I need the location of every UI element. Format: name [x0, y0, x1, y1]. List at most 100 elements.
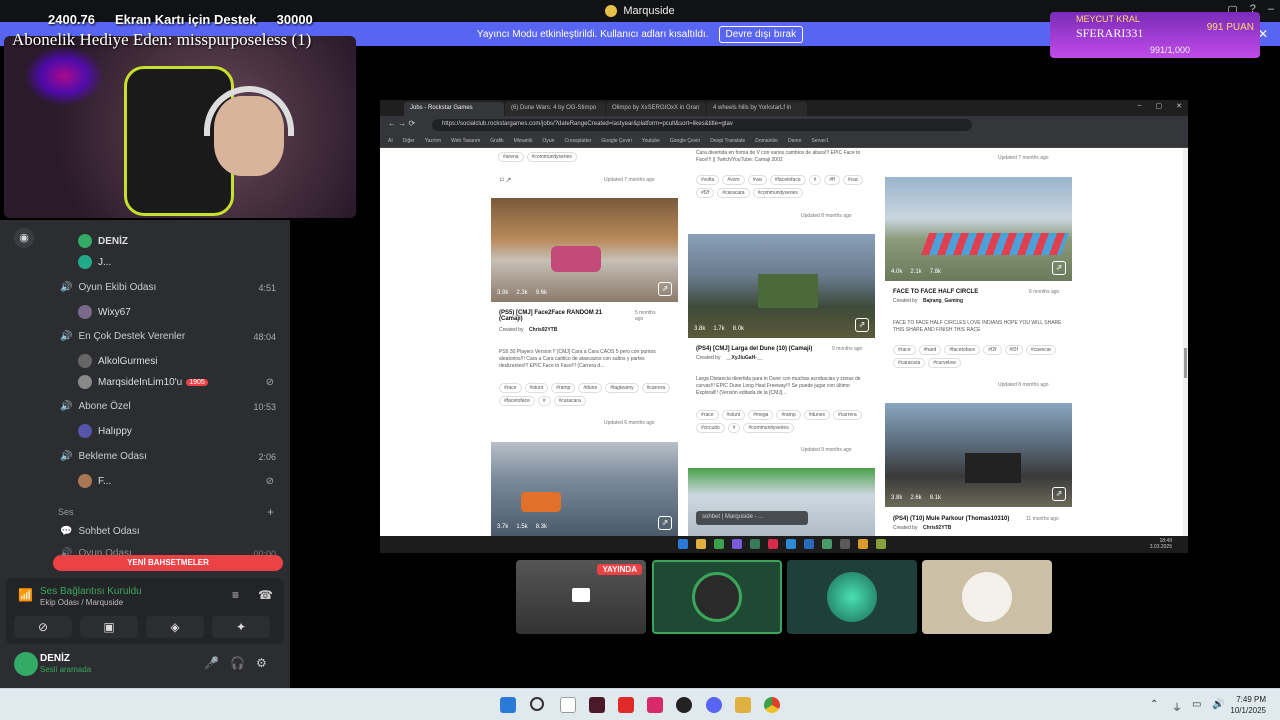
- soundboard-button[interactable]: ✦: [212, 616, 270, 638]
- participant-tile[interactable]: [922, 560, 1052, 634]
- voice-user[interactable]: Halıppy: [78, 424, 278, 438]
- maximize-icon[interactable]: ▢: [1156, 102, 1163, 110]
- tag[interactable]: #dunes: [803, 410, 831, 420]
- tag[interactable]: #facetoface: [499, 396, 535, 406]
- bookmark[interactable]: Crossplatter: [564, 138, 591, 144]
- view-icon[interactable]: ⇗: [1052, 261, 1066, 275]
- browser-tab[interactable]: Olimpo by XxSERGIOxX in Gran: [606, 102, 706, 116]
- discord-icon[interactable]: [706, 697, 722, 713]
- tag[interactable]: #carrera: [833, 410, 862, 420]
- url-field[interactable]: https://socialclub.rockstargames.com/job…: [432, 119, 972, 131]
- tag[interactable]: #caracara: [717, 188, 750, 198]
- voice-channel[interactable]: 🔊 En Çok Destek Verenler 48:04: [60, 331, 280, 342]
- bookmark[interactable]: Mimarlık: [514, 138, 533, 144]
- tag[interactable]: #f2f: [696, 188, 715, 198]
- tag[interactable]: #facetoface: [769, 175, 806, 185]
- job-title[interactable]: (PS5) [CMJ] Face2Face RANDOM 21 (Camaji): [499, 310, 619, 322]
- tag[interactable]: #race: [696, 410, 719, 420]
- tag[interactable]: #mega: [748, 410, 774, 420]
- nav-arrows-icon[interactable]: ← → ⟳: [388, 119, 415, 128]
- tag[interactable]: #tagteamy: [605, 383, 639, 393]
- bookmark[interactable]: Demo: [788, 138, 801, 144]
- file-icon[interactable]: [560, 697, 576, 713]
- job-thumbnail[interactable]: 3.9k 2.3k 9.6k ⇗: [491, 198, 678, 302]
- voice-user[interactable]: MarqsideInLim10'u 1905 ⊘: [78, 375, 278, 389]
- bookmark[interactable]: Yazılım: [425, 138, 441, 144]
- job-thumbnail[interactable]: [688, 468, 875, 536]
- voice-channel[interactable]: 🔊 Bekleme Odası 2:06: [60, 451, 280, 462]
- tag[interactable]: #f2f: [983, 345, 1002, 355]
- job-thumbnail[interactable]: 4.0k 2.1k 7.8k ⇗: [885, 177, 1072, 281]
- browser-tab[interactable]: 4 wheels hills by YorkstarLf in: [707, 102, 807, 116]
- screen-share-button[interactable]: ▣: [80, 616, 138, 638]
- volume-icon[interactable]: 🔊: [1212, 699, 1224, 710]
- bookmark[interactable]: Google Çeviri: [601, 138, 631, 144]
- headphones-icon[interactable]: 🎧: [230, 656, 245, 670]
- tag[interactable]: #: [537, 396, 551, 406]
- tag[interactable]: #volta: [696, 175, 720, 185]
- author-link[interactable]: Bajrang_Gaming: [923, 298, 963, 304]
- youtube-icon[interactable]: [618, 697, 634, 713]
- bookmark[interactable]: Oyun: [543, 138, 555, 144]
- chrome-icon[interactable]: [764, 697, 780, 713]
- bookmark[interactable]: Google Çeviri: [670, 138, 700, 144]
- folder-icon[interactable]: [735, 697, 751, 713]
- tag[interactable]: #race: [499, 383, 522, 393]
- tag[interactable]: #f2f: [1004, 345, 1023, 355]
- disable-streamer-mode-button[interactable]: Devre dışı bırak: [718, 25, 804, 43]
- minimize-icon[interactable]: –: [1138, 102, 1142, 110]
- noise-icon[interactable]: ≡: [232, 588, 239, 602]
- author-link[interactable]: Chris92YTB: [529, 327, 557, 333]
- job-thumbnail[interactable]: 3.8k 1.7k 8.0k ⇗: [688, 234, 875, 338]
- bookmark[interactable]: Youtube: [642, 138, 660, 144]
- search-icon[interactable]: [530, 697, 544, 711]
- tag[interactable]: #caracara: [893, 358, 926, 368]
- tag[interactable]: #arena: [498, 152, 524, 162]
- tag[interactable]: #: [808, 175, 822, 185]
- voice-user[interactable]: J...: [78, 255, 278, 269]
- tag[interactable]: #curvelow: [928, 358, 961, 368]
- tag[interactable]: #communityseries: [752, 188, 803, 198]
- tag[interactable]: #race: [893, 345, 916, 355]
- microphone-icon[interactable]: 🎤: [204, 656, 219, 670]
- tag[interactable]: #ramp: [551, 383, 576, 393]
- job-thumbnail[interactable]: 3.8k 2.6k 8.1k ⇗: [885, 403, 1072, 507]
- tag[interactable]: #circuito: [696, 423, 725, 433]
- tiktok-icon[interactable]: [647, 697, 663, 713]
- tag[interactable]: #caracara: [553, 396, 586, 406]
- page-scrollbar[interactable]: [1183, 148, 1188, 536]
- system-clock[interactable]: 7:49 PM 10/1/2025: [1230, 694, 1266, 716]
- bookmark[interactable]: Grafik: [490, 138, 503, 144]
- participant-tile[interactable]: [787, 560, 917, 634]
- app-icon[interactable]: [589, 697, 605, 713]
- job-title[interactable]: (PS4) [CMJ] Larga del Dune (10) (Camaji): [696, 346, 826, 352]
- voice-user[interactable]: Wixy67: [78, 305, 278, 319]
- minimize-button[interactable]: –: [1268, 3, 1274, 16]
- view-icon[interactable]: ⇗: [855, 318, 869, 332]
- tag[interactable]: #communityseries: [743, 423, 794, 433]
- tag[interactable]: #vai: [747, 175, 767, 185]
- display-icon[interactable]: ▭: [1192, 699, 1201, 710]
- voice-channel[interactable]: 🔊 Oyun Ekibi Odası 4:51: [60, 282, 280, 293]
- view-icon[interactable]: ⇗: [658, 516, 672, 530]
- participant-tile[interactable]: [652, 560, 782, 634]
- bookmark[interactable]: Server1: [811, 138, 829, 144]
- view-icon[interactable]: ⇗: [658, 282, 672, 296]
- tag[interactable]: #dune: [578, 383, 603, 393]
- voice-channel-name[interactable]: Ekip Odası / Marquside: [40, 598, 123, 607]
- tag[interactable]: #ramp: [776, 410, 801, 420]
- voice-user[interactable]: AlkolGurmesi: [78, 354, 278, 368]
- tag[interactable]: #: [727, 423, 741, 433]
- network-icon[interactable]: ⏚: [1172, 699, 1182, 714]
- close-icon[interactable]: ✕: [1176, 102, 1182, 110]
- tag[interactable]: #ff: [824, 175, 840, 185]
- bookmark[interactable]: Web Tasarım: [451, 138, 480, 144]
- tag[interactable]: #stunt: [721, 410, 746, 420]
- tag[interactable]: #carrera: [641, 383, 671, 393]
- chevron-up-icon[interactable]: ⌃: [1150, 699, 1158, 710]
- view-icon[interactable]: ⇗: [1052, 487, 1066, 501]
- activity-button[interactable]: ◈: [146, 616, 204, 638]
- job-title[interactable]: (PS4) (T10) Mule Parkour (Thomas10310): [893, 516, 1023, 522]
- new-mentions-banner[interactable]: YENİ BAHSETMELER: [53, 555, 283, 571]
- tag[interactable]: #hard: [918, 345, 942, 355]
